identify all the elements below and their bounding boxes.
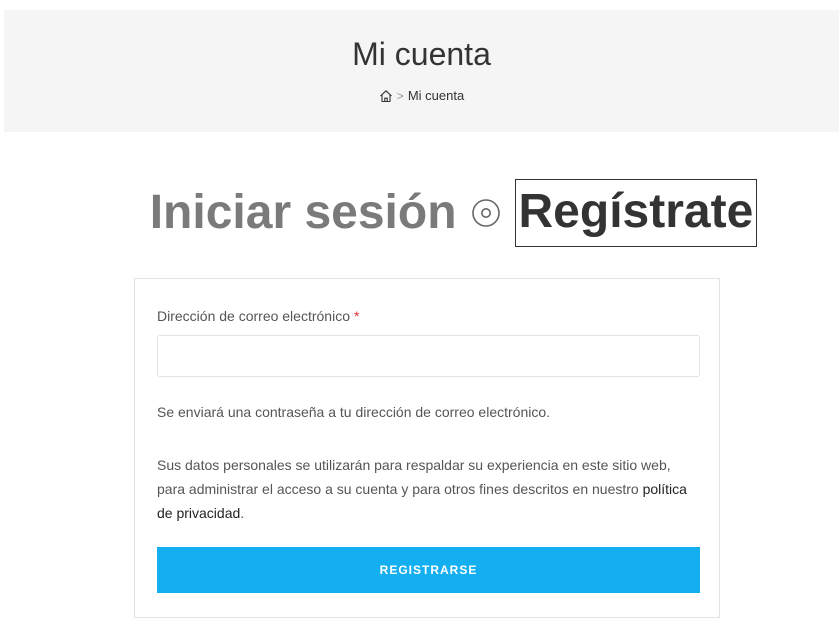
breadcrumb-current: Mi cuenta (407, 88, 465, 103)
password-note: Se enviará una contraseña a tu dirección… (157, 404, 551, 420)
privacy-text-end: . (240, 505, 245, 521)
breadcrumb: > Mi cuenta (4, 88, 839, 103)
privacy-text-body: Sus datos personales se utilizarán para … (157, 457, 671, 497)
login-register-tabs: Iniciar sesión Regístrate (0, 175, 839, 251)
tab-register[interactable]: Regístrate (514, 179, 758, 247)
email-label-text: Dirección de correo electrónico (157, 308, 350, 324)
email-label: Dirección de correo electrónico * (157, 308, 359, 324)
page-header: Mi cuenta > Mi cuenta (4, 10, 839, 132)
breadcrumb-separator: > (396, 88, 404, 103)
tab-login[interactable]: Iniciar sesión (150, 189, 457, 237)
register-button[interactable]: REGISTRARSE (157, 547, 700, 593)
home-icon[interactable] (379, 89, 393, 103)
required-mark: * (353, 308, 360, 324)
email-field[interactable] (157, 335, 700, 377)
radio-toggle-icon[interactable] (471, 198, 501, 228)
privacy-text: Sus datos personales se utilizarán para … (157, 453, 702, 525)
page-title: Mi cuenta (352, 36, 491, 72)
register-form: Dirección de correo electrónico * Se envi… (134, 278, 720, 618)
